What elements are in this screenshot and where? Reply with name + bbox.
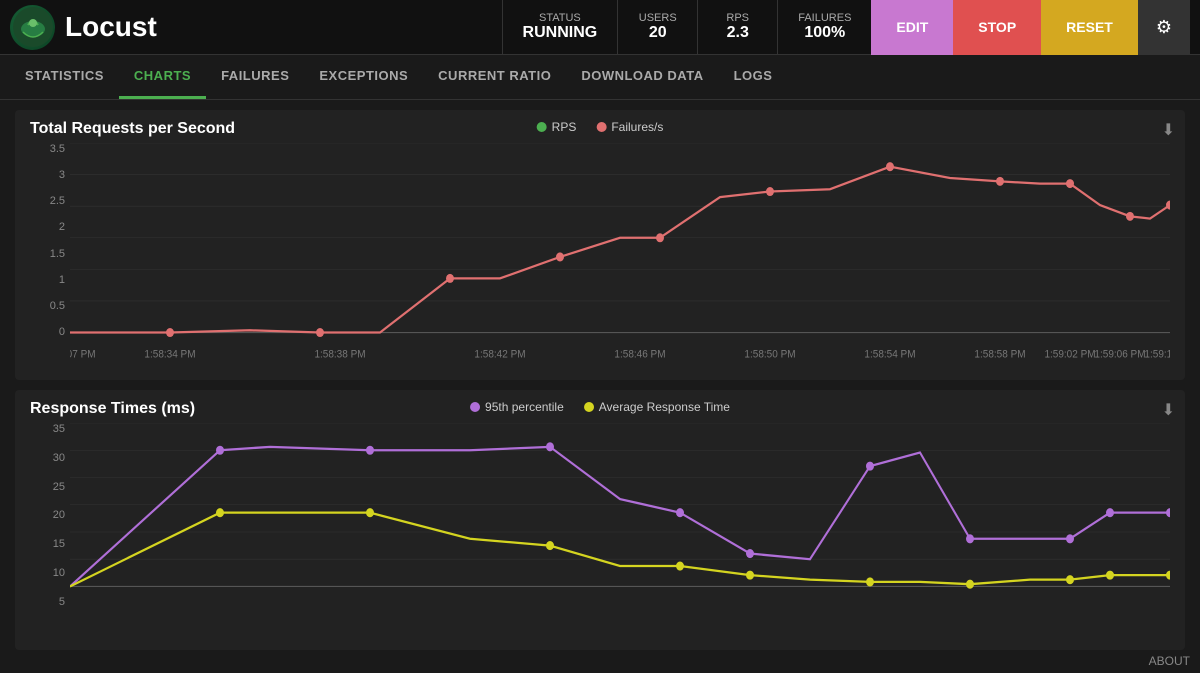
response-y-20: 20 [53, 509, 65, 521]
header-stats: STATUS RUNNING USERS 20 RPS 2.3 FAILURES… [502, 0, 872, 55]
response-svg [70, 423, 1170, 633]
svg-text:1:54:07 PM: 1:54:07 PM [70, 348, 96, 361]
svg-text:1:58:34 PM: 1:58:34 PM [144, 348, 195, 361]
stop-button[interactable]: STOP [953, 0, 1041, 55]
response-legend-95th: 95th percentile [470, 400, 564, 414]
response-legend-dot-avg [584, 402, 594, 412]
status-value: RUNNING [523, 24, 598, 42]
app-header: Locust STATUS RUNNING USERS 20 RPS 2.3 F… [0, 0, 1200, 55]
reset-button[interactable]: RESET [1041, 0, 1138, 55]
svg-text:1:58:38 PM: 1:58:38 PM [314, 348, 365, 361]
rps-download-button[interactable]: ⬇ [1162, 120, 1175, 140]
failures-value: 100% [804, 24, 845, 42]
nav-exceptions[interactable]: EXCEPTIONS [304, 55, 423, 99]
nav-logs[interactable]: LOGS [719, 55, 788, 99]
rps-svg: 1:54:07 PM 1:58:34 PM 1:58:38 PM 1:58:42… [70, 143, 1170, 363]
nav-download-data[interactable]: DOWNLOAD DATA [566, 55, 718, 99]
app-title: Locust [65, 11, 157, 43]
response-chart-legend: 95th percentile Average Response Time [470, 400, 730, 414]
status-label: STATUS [539, 12, 581, 24]
response-y-5: 5 [59, 596, 65, 608]
about-button[interactable]: ABOUT [1149, 654, 1190, 668]
svg-text:1:58:46 PM: 1:58:46 PM [614, 348, 665, 361]
logo-icon [10, 5, 55, 50]
main-nav: STATISTICS CHARTS FAILURES EXCEPTIONS CU… [0, 55, 1200, 100]
rps-y-2: 2 [59, 221, 65, 233]
svg-text:1:59:06 PM: 1:59:06 PM [1094, 348, 1145, 361]
rps-legend-label-failures: Failures/s [611, 120, 663, 134]
svg-text:1:58:42 PM: 1:58:42 PM [474, 348, 525, 361]
rps-legend-dot-failures [596, 122, 606, 132]
rps-legend-failures: Failures/s [596, 120, 663, 134]
charts-area: Total Requests per Second RPS Failures/s… [0, 100, 1200, 670]
rps-chart-svg-area: 1:54:07 PM 1:58:34 PM 1:58:38 PM 1:58:42… [70, 143, 1170, 363]
response-legend-label-95th: 95th percentile [485, 400, 564, 414]
settings-button[interactable]: ⚙ [1138, 0, 1190, 55]
rps-chart-legend: RPS Failures/s [537, 120, 664, 134]
rps-chart-container: Total Requests per Second RPS Failures/s… [15, 110, 1185, 380]
response-chart-svg-area [70, 423, 1170, 633]
rps-y-2-5: 2.5 [50, 195, 65, 207]
response-legend-dot-95th [470, 402, 480, 412]
rps-value: 2.3 [727, 24, 749, 42]
nav-statistics[interactable]: STATISTICS [10, 55, 119, 99]
svg-text:1:58:54 PM: 1:58:54 PM [864, 348, 915, 361]
response-y-axis: 35 30 25 20 15 10 5 [30, 423, 70, 633]
svg-text:1:58:50 PM: 1:58:50 PM [744, 348, 795, 361]
app-logo: Locust [10, 5, 157, 50]
response-legend-label-avg: Average Response Time [599, 400, 730, 414]
response-y-35: 35 [53, 423, 65, 435]
nav-current-ratio[interactable]: CURRENT RATIO [423, 55, 566, 99]
rps-y-1: 1 [59, 274, 65, 286]
nav-failures[interactable]: FAILURES [206, 55, 304, 99]
nav-charts[interactable]: CHARTS [119, 55, 206, 99]
response-chart-container: Response Times (ms) 95th percentile Aver… [15, 390, 1185, 650]
response-y-10: 10 [53, 567, 65, 579]
rps-y-0-5: 0.5 [50, 300, 65, 312]
svg-text:1:59:10 PM: 1:59:10 PM [1144, 348, 1170, 361]
users-label: USERS [639, 12, 677, 24]
header-buttons: EDIT STOP RESET ⚙ [871, 0, 1190, 55]
edit-button[interactable]: EDIT [871, 0, 953, 55]
response-y-30: 30 [53, 452, 65, 464]
rps-y-axis: 3.5 3 2.5 2 1.5 1 0.5 0 [30, 143, 70, 363]
rps-y-3: 3 [59, 169, 65, 181]
response-y-15: 15 [53, 538, 65, 550]
rps-y-0: 0 [59, 326, 65, 338]
rps-stat: RPS 2.3 [697, 0, 777, 55]
rps-label: RPS [726, 12, 749, 24]
failures-stat: FAILURES 100% [777, 0, 871, 55]
rps-y-1-5: 1.5 [50, 248, 65, 260]
status-stat: STATUS RUNNING [502, 0, 618, 55]
svg-text:1:58:58 PM: 1:58:58 PM [974, 348, 1025, 361]
failures-label: FAILURES [798, 12, 851, 24]
rps-legend-dot-rps [537, 122, 547, 132]
response-download-button[interactable]: ⬇ [1162, 400, 1175, 420]
response-chart-inner: 35 30 25 20 15 10 5 [30, 423, 1170, 633]
rps-y-3-5: 3.5 [50, 143, 65, 155]
response-y-25: 25 [53, 481, 65, 493]
users-stat: USERS 20 [617, 0, 697, 55]
users-value: 20 [649, 24, 667, 42]
rps-legend-label-rps: RPS [552, 120, 577, 134]
rps-legend-rps: RPS [537, 120, 577, 134]
response-legend-avg: Average Response Time [584, 400, 730, 414]
svg-text:1:59:02 PM: 1:59:02 PM [1044, 348, 1095, 361]
rps-chart-inner: 3.5 3 2.5 2 1.5 1 0.5 0 [30, 143, 1170, 363]
